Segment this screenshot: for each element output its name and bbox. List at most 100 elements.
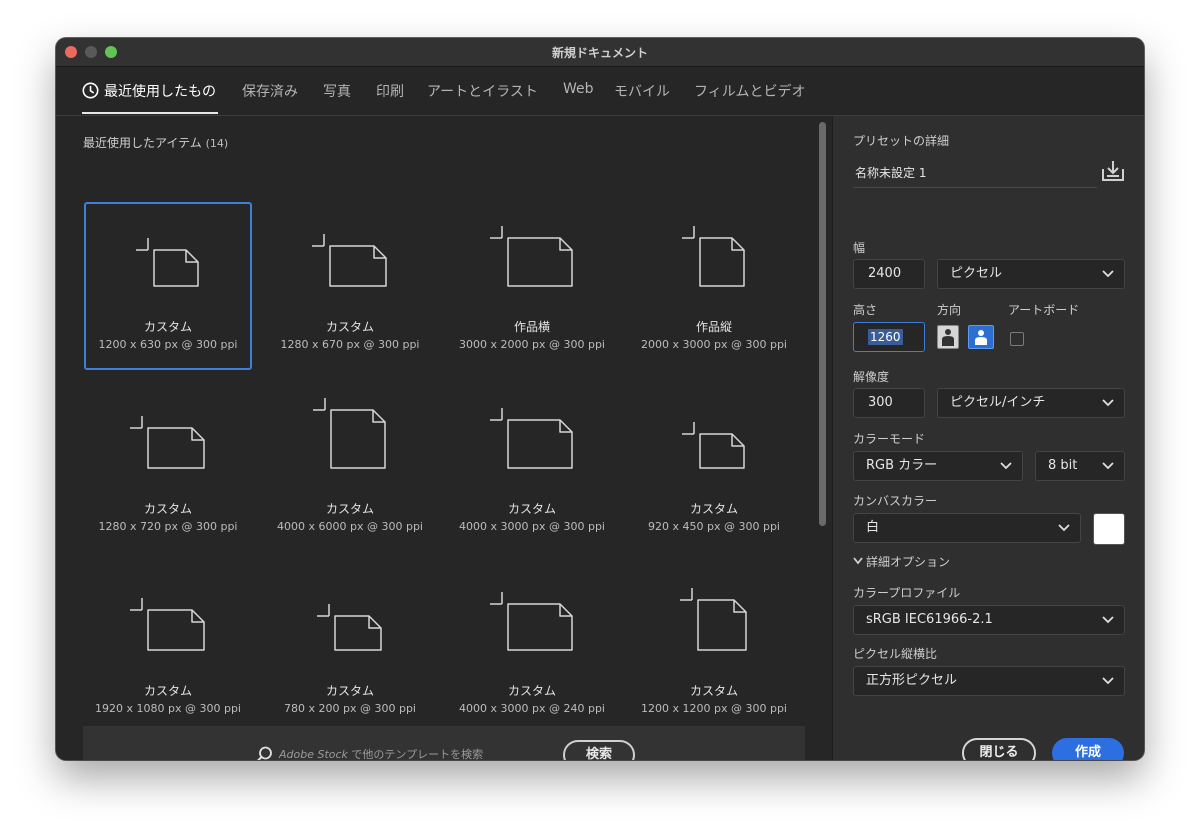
save-preset-icon[interactable] <box>1101 160 1125 182</box>
recent-items-heading: 最近使用したアイテム (14) <box>83 136 229 150</box>
scrollbar-thumb[interactable] <box>819 122 826 526</box>
document-preset-icon <box>312 234 387 287</box>
preset-card-dimensions: 920 x 450 px @ 300 ppi <box>648 520 780 533</box>
preset-card[interactable]: カスタム 1200 x 1200 px @ 300 ppi <box>630 566 798 734</box>
chevron-down-icon <box>1058 524 1070 532</box>
preset-card-name: カスタム <box>325 684 374 698</box>
landscape-orientation-button[interactable] <box>968 325 994 349</box>
orientation-label: 方向 <box>937 303 962 317</box>
tab-print[interactable]: 印刷 <box>376 81 404 101</box>
portrait-icon <box>942 329 954 346</box>
recent-items-count: (14) <box>205 137 229 150</box>
tab-recent[interactable]: 最近使用したもの <box>82 81 216 101</box>
tab-art-illustration[interactable]: アートとイラスト <box>427 81 538 101</box>
document-preset-icon <box>313 398 386 469</box>
tab-web[interactable]: Web <box>563 81 594 97</box>
tab-photo[interactable]: 写真 <box>323 81 351 101</box>
tab-recent-label: 最近使用したもの <box>104 84 216 100</box>
tab-saved[interactable]: 保存済み <box>242 81 298 101</box>
pixel-aspect-dropdown[interactable]: 正方形ピクセル <box>853 666 1125 696</box>
title-bar: 新規ドキュメント <box>56 38 1144 67</box>
bit-depth-dropdown[interactable]: 8 bit <box>1035 451 1125 481</box>
preset-card-dimensions: 1920 x 1080 px @ 300 ppi <box>95 702 241 715</box>
window-title: 新規ドキュメント <box>551 46 648 60</box>
portrait-orientation-button[interactable] <box>937 325 959 349</box>
document-preset-icon <box>682 422 745 469</box>
preset-card-name: 作品縦 <box>695 320 732 334</box>
preset-card[interactable]: 作品縦 2000 x 3000 px @ 300 ppi <box>630 202 798 370</box>
stock-search-bar: Adobe Stock で他のテンプレートを検索 検索 <box>83 726 805 760</box>
canvas-color-label: カンバスカラー <box>853 494 938 508</box>
document-preset-icon <box>130 598 205 651</box>
preset-card[interactable]: カスタム 920 x 450 px @ 300 ppi <box>630 384 798 552</box>
preset-card-name: カスタム <box>143 320 192 334</box>
resolution-input[interactable]: 300 <box>853 388 925 418</box>
color-mode-dropdown[interactable]: RGB カラー <box>853 451 1023 481</box>
width-label: 幅 <box>853 241 866 255</box>
chevron-down-icon <box>1102 677 1114 685</box>
chevron-down-icon <box>1102 399 1114 407</box>
preset-card[interactable]: カスタム 780 x 200 px @ 300 ppi <box>266 566 434 734</box>
height-input[interactable]: 1260 <box>853 322 925 352</box>
preset-card-name: カスタム <box>689 502 738 516</box>
document-preset-icon <box>490 226 573 287</box>
preset-card-dimensions: 1280 x 720 px @ 300 ppi <box>98 520 238 533</box>
close-button[interactable]: 閉じる <box>962 738 1036 760</box>
preset-card[interactable]: カスタム 1280 x 720 px @ 300 ppi <box>84 384 252 552</box>
document-name-input[interactable]: 名称未設定 1 <box>853 158 1097 188</box>
preset-card-name: カスタム <box>689 684 738 698</box>
artboard-label: アートボード <box>1008 303 1080 317</box>
preset-card[interactable]: 作品横 3000 x 2000 px @ 300 ppi <box>448 202 616 370</box>
chevron-down-icon <box>853 557 863 565</box>
clock-icon <box>82 82 99 99</box>
document-preset-icon <box>682 226 745 287</box>
new-document-dialog: 新規ドキュメント 最近使用したもの 保存済み 写真 印刷 アートとイラスト We… <box>56 38 1144 760</box>
tab-mobile[interactable]: モバイル <box>614 81 670 101</box>
create-button[interactable]: 作成 <box>1052 738 1124 760</box>
tab-film-video[interactable]: フィルムとビデオ <box>694 81 805 101</box>
search-button[interactable]: 検索 <box>563 740 635 760</box>
canvas-color-swatch[interactable] <box>1093 513 1125 545</box>
width-unit-dropdown[interactable]: ピクセル <box>937 259 1125 289</box>
chevron-down-icon <box>1102 616 1114 624</box>
document-preset-icon <box>317 604 382 651</box>
preset-card[interactable]: カスタム 1920 x 1080 px @ 300 ppi <box>84 566 252 734</box>
advanced-options-toggle[interactable]: 詳細オプション <box>853 553 950 570</box>
preset-card[interactable]: カスタム 1200 x 630 px @ 300 ppi <box>84 202 252 370</box>
color-profile-dropdown[interactable]: sRGB IEC61966-2.1 <box>853 605 1125 635</box>
preset-card-name: カスタム <box>143 684 192 698</box>
preset-card-dimensions: 4000 x 6000 px @ 300 ppi <box>277 520 423 533</box>
canvas-color-dropdown[interactable]: 白 <box>853 513 1081 543</box>
artboard-checkbox[interactable] <box>1010 332 1024 346</box>
pixel-aspect-label: ピクセル縦横比 <box>853 647 938 661</box>
resolution-unit-dropdown[interactable]: ピクセル/インチ <box>937 388 1125 418</box>
preset-details-heading: プリセットの詳細 <box>853 134 950 148</box>
color-profile-label: カラープロファイル <box>853 586 961 600</box>
chevron-down-icon <box>1000 462 1012 470</box>
preset-card-name: カスタム <box>325 320 374 334</box>
preset-card-name: 作品横 <box>513 320 550 334</box>
preset-card-name: カスタム <box>507 502 556 516</box>
preset-card-dimensions: 780 x 200 px @ 300 ppi <box>284 702 416 715</box>
preset-card-dimensions: 4000 x 3000 px @ 300 ppi <box>459 520 605 533</box>
active-tab-indicator <box>82 112 218 114</box>
preset-card-dimensions: 1200 x 630 px @ 300 ppi <box>98 338 238 351</box>
preset-card-name: カスタム <box>143 502 192 516</box>
preset-card[interactable]: カスタム 4000 x 6000 px @ 300 ppi <box>266 384 434 552</box>
preset-card-dimensions: 1280 x 670 px @ 300 ppi <box>280 338 420 351</box>
landscape-icon <box>975 330 987 345</box>
preset-card-name: カスタム <box>507 684 556 698</box>
search-icon <box>257 746 272 760</box>
document-preset-icon <box>490 592 573 651</box>
stock-search-input[interactable]: Adobe Stock で他のテンプレートを検索 <box>279 742 551 760</box>
preset-card-dimensions: 1200 x 1200 px @ 300 ppi <box>641 702 787 715</box>
preset-card[interactable]: カスタム 4000 x 3000 px @ 240 ppi <box>448 566 616 734</box>
resolution-label: 解像度 <box>853 370 890 384</box>
chevron-down-icon <box>1102 462 1114 470</box>
preset-card-dimensions: 2000 x 3000 px @ 300 ppi <box>641 338 787 351</box>
document-preset-icon <box>130 416 205 469</box>
preset-card[interactable]: カスタム 4000 x 3000 px @ 300 ppi <box>448 384 616 552</box>
preset-details-pane: プリセットの詳細 名称未設定 1 幅 2400 ピクセル 高さ 方向 アートボー… <box>832 116 1144 760</box>
preset-card[interactable]: カスタム 1280 x 670 px @ 300 ppi <box>266 202 434 370</box>
width-input[interactable]: 2400 <box>853 259 925 289</box>
